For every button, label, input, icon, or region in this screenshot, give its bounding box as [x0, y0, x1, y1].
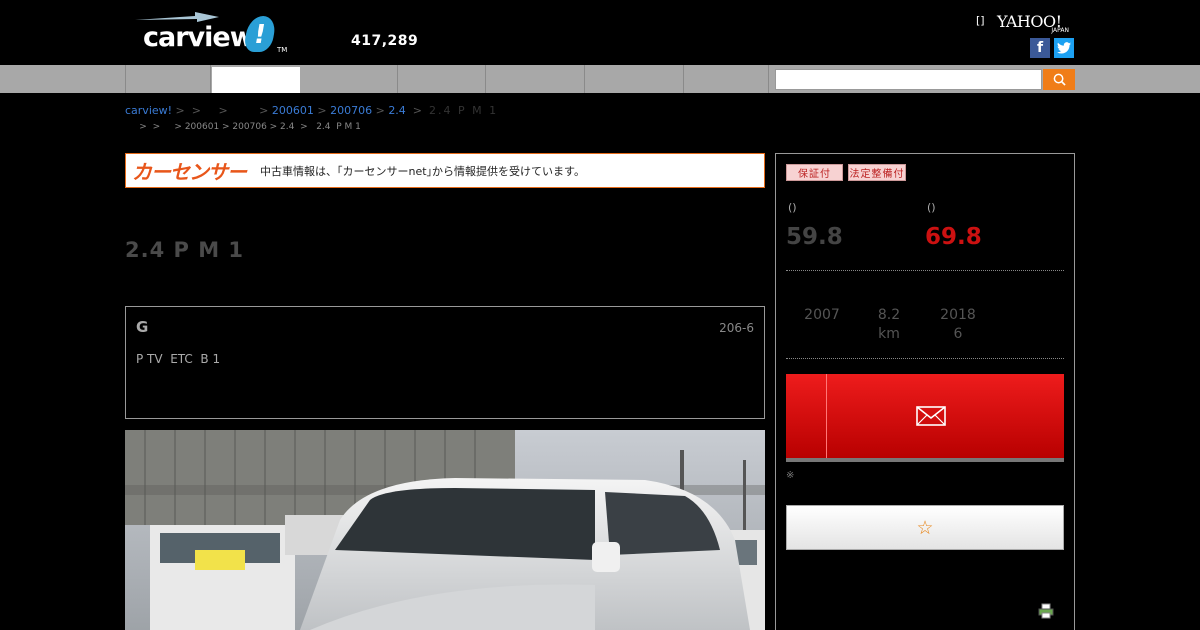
side-panel: 保証付 法定整備付 () () 59.8 69.8 2007 8.2 km 201…	[775, 153, 1075, 630]
divider-1	[786, 270, 1064, 271]
listing-count: 417,289	[351, 33, 419, 49]
nav-item-3[interactable]	[300, 65, 398, 93]
divider-2	[786, 358, 1064, 359]
carsensor-logo: カーセンサー	[132, 160, 247, 184]
car-photo-image	[125, 430, 765, 630]
print-icon[interactable]	[1038, 603, 1054, 619]
carsensor-banner[interactable]: カーセンサー 中古車情報は、｢カーセンサーnet｣から情報提供を受けています。	[125, 153, 765, 188]
nav-item-1[interactable]	[125, 65, 211, 93]
inquiry-note: ※	[786, 470, 795, 481]
breadcrumb-date-2[interactable]: 200706	[330, 104, 372, 117]
breadcrumb: carview! > > > > 200601 > 200706 > 2.4 >…	[125, 104, 499, 117]
global-nav	[0, 65, 1200, 93]
carsensor-notice: 中古車情報は、｢カーセンサーnet｣から情報提供を受けています。	[260, 164, 585, 178]
yahoo-japan-logo[interactable]: YAHOO! JAPAN	[997, 12, 1073, 34]
grade-label: G	[136, 318, 149, 336]
nav-item-7[interactable]	[684, 65, 769, 93]
twitter-icon[interactable]	[1054, 38, 1074, 58]
total-price: 69.8	[925, 224, 982, 250]
facebook-icon[interactable]: f	[1030, 38, 1050, 58]
search-icon	[1053, 73, 1066, 86]
search-button[interactable]	[1043, 69, 1075, 90]
options-list: P TV ETC B 1	[136, 352, 221, 366]
car-photo[interactable]	[125, 430, 765, 630]
logo-exclamation: !	[242, 16, 278, 52]
star-icon: ☆	[916, 516, 934, 539]
carview-logo[interactable]: carview ! TM	[135, 8, 295, 58]
spec-inspection: 2018 6	[940, 307, 976, 342]
warranty-badge: 保証付	[786, 164, 843, 181]
listing-info-box: G 206-6 P TV ETC B 1	[125, 306, 765, 419]
breadcrumb-current: 2.4 P M 1	[429, 104, 499, 117]
favorite-button[interactable]: ☆	[786, 505, 1064, 550]
nav-item-6[interactable]	[585, 65, 684, 93]
price-label-1: ()	[788, 201, 797, 214]
nav-item-active[interactable]	[212, 67, 300, 93]
vehicle-price: 59.8	[786, 224, 843, 250]
mail-icon	[916, 406, 946, 426]
site-header: carview ! TM 417,289 [] YAHOO! JAPAN f	[0, 0, 1200, 65]
search-input[interactable]	[775, 69, 1042, 90]
header-bracket-text[interactable]: []	[976, 14, 985, 27]
breadcrumb-date-1[interactable]: 200601	[272, 104, 314, 117]
breadcrumb-grade[interactable]: 2.4	[388, 104, 406, 117]
price-label-2: ()	[927, 201, 936, 214]
inquiry-button[interactable]	[786, 374, 1064, 462]
stock-id: 206-6	[719, 321, 754, 335]
page-title: 2.4 P M 1	[125, 238, 245, 262]
logo-text: carview	[143, 22, 255, 53]
nav-item-5[interactable]	[486, 65, 585, 93]
logo-trademark: TM	[277, 46, 288, 54]
spec-mileage: 8.2 km	[877, 307, 901, 342]
spec-year: 2007	[804, 307, 840, 323]
maintenance-badge: 法定整備付	[848, 164, 906, 181]
breadcrumb-secondary: > > > 200601 > 200706 > 2.4 > 2.4 P M 1	[125, 122, 361, 132]
nav-item-4[interactable]	[398, 65, 486, 93]
breadcrumb-home[interactable]: carview!	[125, 104, 172, 117]
